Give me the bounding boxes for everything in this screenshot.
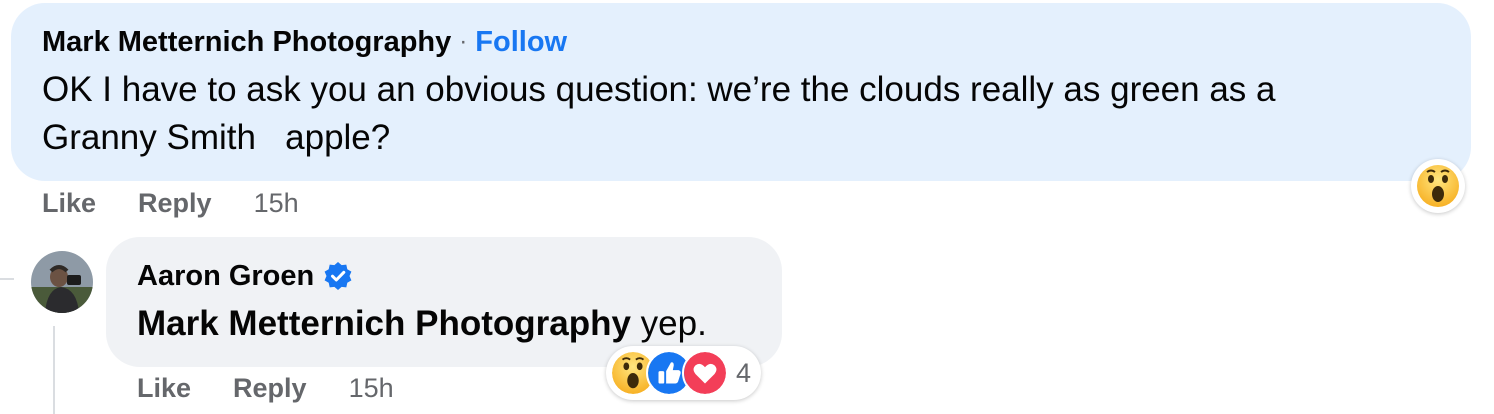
reply-actions: Like Reply 15h (137, 373, 394, 404)
avatar[interactable] (31, 251, 93, 313)
thread-connector (0, 278, 14, 280)
reaction-count: 4 (736, 357, 752, 388)
mention-link[interactable]: Mark Metternich Photography (137, 304, 631, 343)
reply-body: yep. (630, 304, 707, 343)
reply-author-name[interactable]: Aaron Groen (137, 260, 314, 293)
follow-button[interactable]: Follow (475, 26, 567, 59)
comment-actions: Like Reply 15h (42, 188, 299, 219)
comment-text: OK I have to ask you an obvious question… (42, 70, 1276, 157)
reply-timestamp[interactable]: 15h (349, 373, 394, 404)
reaction-summary[interactable]: 4 (606, 346, 762, 400)
comment-timestamp[interactable]: 15h (254, 188, 299, 219)
reply-button[interactable]: Reply (233, 373, 307, 404)
verified-badge-icon (324, 262, 352, 290)
wow-emoji-icon (1417, 165, 1459, 207)
separator-dot: · (459, 28, 468, 55)
like-button[interactable]: Like (137, 373, 191, 404)
like-button[interactable]: Like (42, 188, 96, 219)
reply-author: Aaron Groen (137, 257, 353, 295)
avatar-image (31, 251, 93, 313)
comment-header: Mark Metternich Photography · Follow (42, 24, 567, 60)
comment-reaction-badge[interactable] (1411, 159, 1465, 213)
love-icon (682, 350, 728, 396)
reply-text: Mark Metternich Photography yep. (137, 300, 707, 348)
comment-author-name[interactable]: Mark Metternich Photography (42, 26, 451, 59)
thread-line (53, 326, 55, 414)
reply-button[interactable]: Reply (138, 188, 212, 219)
